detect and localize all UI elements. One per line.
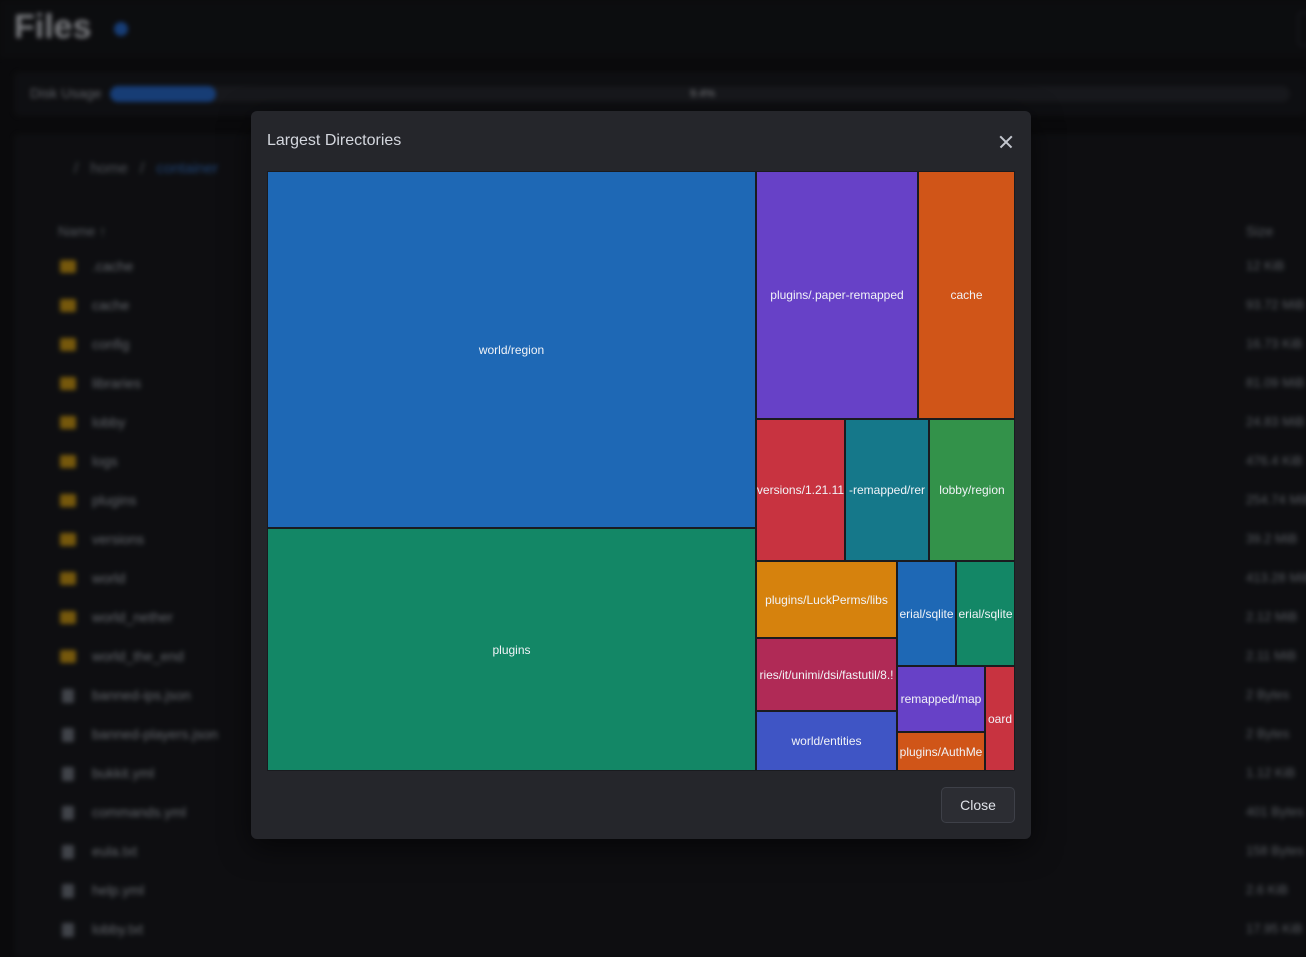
treemap-tile-fastutil[interactable]: ries/it/unimi/dsi/fastutil/8.!: [756, 638, 897, 711]
close-button[interactable]: Close: [941, 787, 1015, 823]
close-icon[interactable]: [995, 131, 1017, 153]
tile-label: lobby/region: [939, 483, 1005, 497]
treemap-tile-authme[interactable]: plugins/AuthMe: [897, 732, 985, 771]
treemap-tile-paper-remapped[interactable]: plugins/.paper-remapped: [756, 171, 918, 419]
treemap-tile-versions[interactable]: versions/1.21.11: [756, 419, 845, 561]
tile-label: plugins/AuthMe: [899, 744, 983, 759]
tile-label: plugins: [492, 642, 531, 657]
tile-label: world/region: [478, 342, 545, 357]
treemap-tile-luckperms-libs[interactable]: plugins/LuckPerms/libs: [756, 561, 897, 638]
tile-label: erial/sqlite: [958, 606, 1013, 621]
tile-label: ries/it/unimi/dsi/fastutil/8.!: [759, 667, 894, 682]
treemap-tile-world-entities[interactable]: world/entities: [756, 711, 897, 771]
tile-label: plugins/LuckPerms/libs: [765, 592, 888, 607]
tile-label: cache: [950, 288, 983, 302]
tile-label: erial/sqlite: [899, 606, 954, 621]
treemap-tile-oard[interactable]: oard: [985, 666, 1015, 771]
tile-label: world/entities: [791, 734, 862, 748]
treemap-tile-sqlite-1[interactable]: erial/sqlite: [897, 561, 956, 666]
tile-label: -remapped/rer: [848, 483, 926, 497]
largest-directories-modal: Largest Directories world/region plugins…: [251, 111, 1031, 839]
modal-title: Largest Directories: [267, 132, 402, 149]
treemap-tile-sqlite-2[interactable]: erial/sqlite: [956, 561, 1015, 666]
tile-label: versions/1.21.11: [756, 483, 845, 497]
treemap-tile-remapped-map[interactable]: remapped/map: [897, 666, 985, 732]
treemap-tile-cache[interactable]: cache: [918, 171, 1015, 419]
tile-label: remapped/map: [900, 692, 982, 706]
treemap-tile-lobby-region[interactable]: lobby/region: [929, 419, 1015, 561]
tile-label: oard: [987, 711, 1013, 726]
tile-label: plugins/.paper-remapped: [770, 288, 904, 302]
treemap-tile-world-region[interactable]: world/region: [267, 171, 756, 528]
treemap-tile-remapped-rer[interactable]: -remapped/rer: [845, 419, 929, 561]
treemap-tile-plugins[interactable]: plugins: [267, 528, 756, 771]
treemap-chart: world/region plugins plugins/.paper-rema…: [267, 171, 1015, 771]
